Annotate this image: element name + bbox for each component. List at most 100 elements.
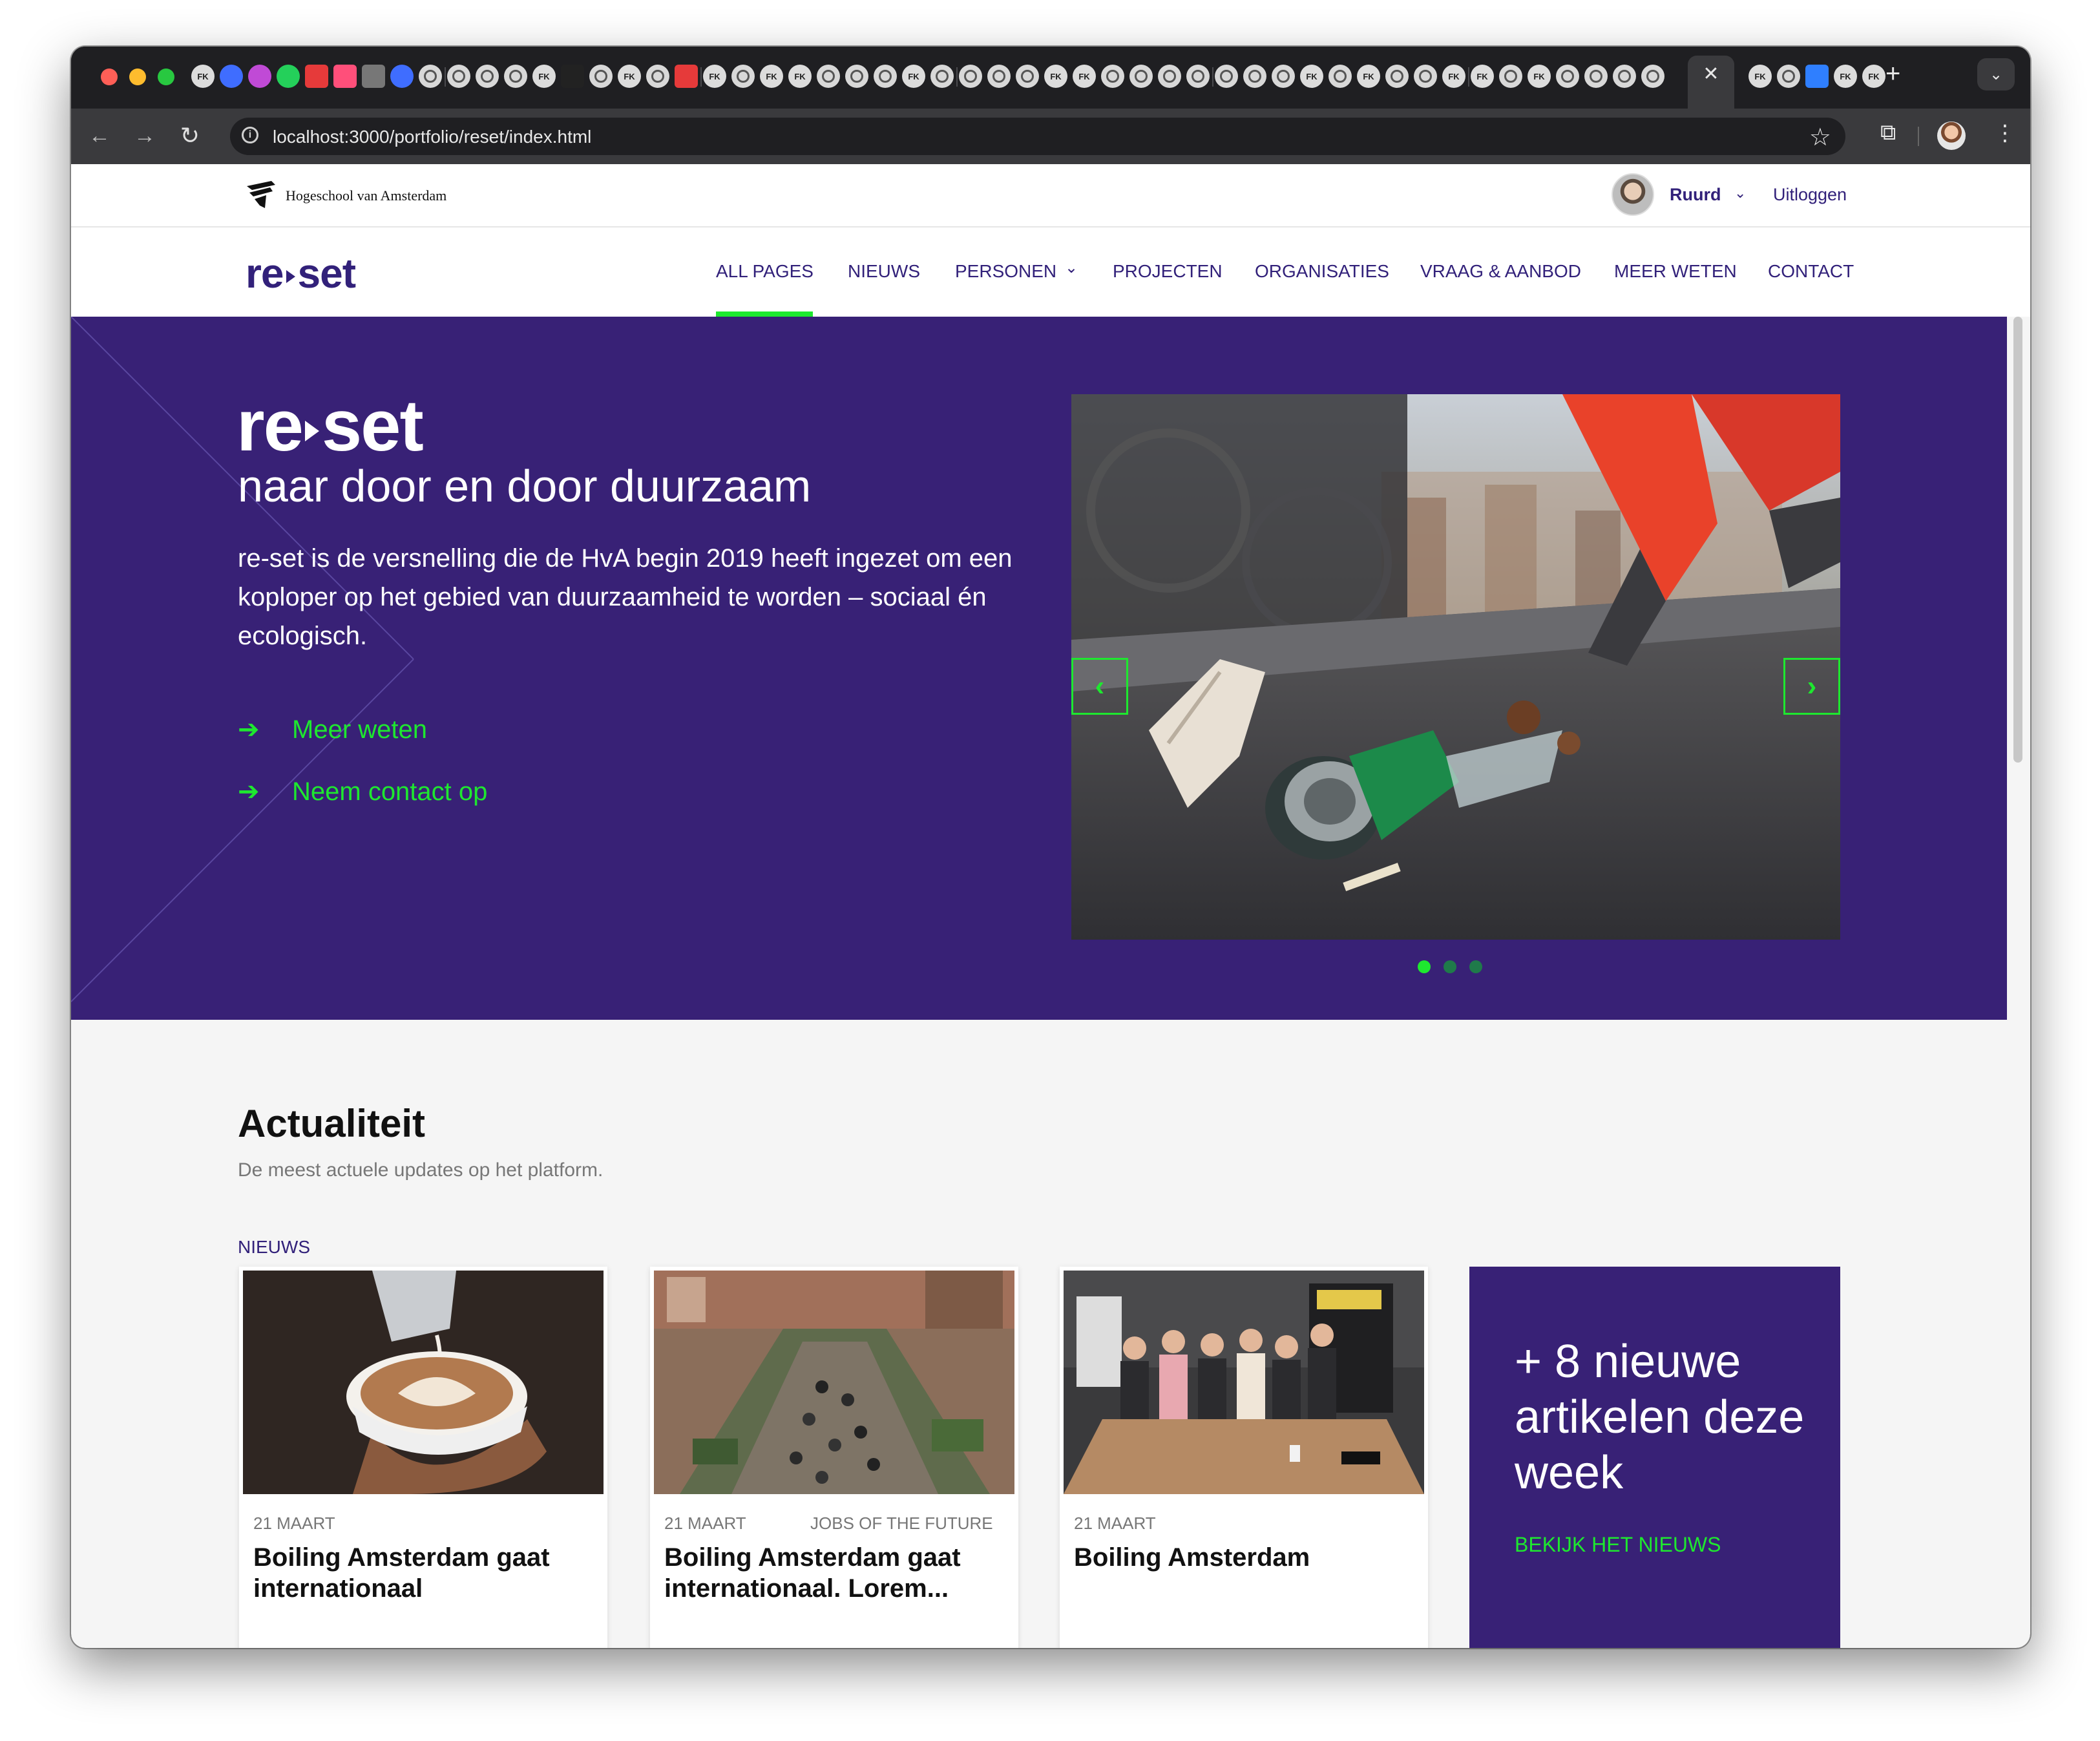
tab-favicon-globe-icon[interactable]	[731, 65, 755, 88]
tab-favicon-icon[interactable]	[561, 65, 584, 88]
tab-favicon-fk-icon[interactable]: FK	[1471, 65, 1494, 88]
tab-favicon-globe-icon[interactable]	[646, 65, 669, 88]
tab-favicon-globe-icon[interactable]	[1414, 65, 1437, 88]
bekijk-het-nieuws-link[interactable]: BEKIJK HET NIEUWS	[1515, 1533, 1721, 1557]
news-card-title[interactable]: Boiling Amsterdam gaat internationaal. L…	[664, 1542, 1004, 1604]
tab-favicon-globe-icon[interactable]	[447, 65, 470, 88]
tab-favicon-globe-icon[interactable]	[476, 65, 499, 88]
news-card[interactable]: 21 MAART JOBS OF THE FUTURE Boiling Amst…	[650, 1267, 1018, 1648]
reload-icon[interactable]: ↻	[176, 121, 204, 150]
tab-favicon-globe-icon[interactable]	[1101, 65, 1124, 88]
tab-favicon-icon[interactable]	[248, 65, 271, 88]
news-card[interactable]: 21 MAART Boiling Amsterdam gaat internat…	[239, 1267, 607, 1648]
tab-favicon-globe-icon[interactable]	[959, 65, 982, 88]
nieuws-tag[interactable]: NIEUWS	[238, 1237, 310, 1258]
tab-favicon-globe-icon[interactable]	[874, 65, 897, 88]
kebab-menu-icon[interactable]: ⋮	[1994, 120, 2016, 146]
user-avatar[interactable]	[1612, 173, 1654, 216]
tab-favicon-fk-icon[interactable]: FK	[618, 65, 641, 88]
nav-item-projecten[interactable]: PROJECTEN	[1113, 261, 1223, 282]
promo-card[interactable]: + 8 nieuwe artikelen deze week BEKIJK HE…	[1469, 1267, 1840, 1648]
tab-favicon-icon[interactable]	[675, 65, 698, 88]
tab-favicon-globe-icon[interactable]	[1215, 65, 1238, 88]
close-tab-icon[interactable]: ✕	[1699, 62, 1723, 85]
tab-favicon-fk-icon[interactable]: FK	[191, 65, 215, 88]
slider-dot-2[interactable]	[1444, 960, 1456, 973]
nav-item-contact[interactable]: CONTACT	[1768, 261, 1854, 282]
tab-favicon-icon[interactable]	[333, 65, 357, 88]
extensions-puzzle-icon[interactable]: ⧉	[1880, 120, 1896, 145]
page-scrollbar[interactable]	[2013, 317, 2022, 763]
neem-contact-op-link[interactable]: ➔ Neem contact op	[238, 777, 487, 807]
logout-link[interactable]: Uitloggen	[1773, 185, 1847, 205]
close-window-button[interactable]	[101, 69, 118, 85]
tab-favicon-fk-icon[interactable]: FK	[703, 65, 726, 88]
tab-favicon-globe-icon[interactable]	[1499, 65, 1522, 88]
tab-favicon-globe-icon[interactable]	[1584, 65, 1608, 88]
user-menu-name[interactable]: Ruurd	[1670, 185, 1721, 205]
tab-favicon-fk-icon[interactable]: FK	[760, 65, 783, 88]
tab-favicon-globe-icon[interactable]	[1328, 65, 1352, 88]
meer-weten-link[interactable]: ➔ Meer weten	[238, 715, 427, 744]
tab-favicon-fk-icon[interactable]: FK	[532, 65, 556, 88]
nav-item-all-pages[interactable]: ALL PAGES	[716, 261, 814, 282]
slider-dot-3[interactable]	[1469, 960, 1482, 973]
tab-favicon-icon[interactable]	[305, 65, 328, 88]
tab-favicon-globe-icon[interactable]	[845, 65, 868, 88]
institution-name[interactable]: Hogeschool van Amsterdam	[286, 187, 446, 204]
new-tab-button[interactable]: +	[1885, 61, 1900, 87]
tab-favicon-globe-icon[interactable]	[1777, 65, 1800, 88]
zoom-window-button[interactable]	[158, 69, 174, 85]
chevron-down-icon[interactable]: ⌄	[1734, 185, 1746, 202]
nav-item-personen[interactable]: PERSONEN	[955, 261, 1056, 282]
address-bar[interactable]: i localhost:3000/portfolio/reset/index.h…	[230, 118, 1845, 155]
nav-item-nieuws[interactable]: NIEUWS	[848, 261, 920, 282]
back-arrow-icon[interactable]: ←	[85, 121, 114, 150]
tab-favicon-globe-icon[interactable]	[1243, 65, 1266, 88]
tab-favicon-globe-icon[interactable]	[987, 65, 1011, 88]
bookmark-star-icon[interactable]: ☆	[1809, 123, 1831, 152]
nav-item-vraag-aanbod[interactable]: VRAAG & AANBOD	[1420, 261, 1581, 282]
slider-next-button[interactable]: ›	[1783, 658, 1840, 715]
tab-favicon-globe-icon[interactable]	[419, 65, 442, 88]
slider-dot-1[interactable]	[1418, 960, 1431, 973]
tab-favicon-icon[interactable]	[220, 65, 243, 88]
brand-logo[interactable]: re set	[246, 249, 356, 297]
tab-favicon-icon[interactable]	[1805, 65, 1829, 88]
site-info-icon[interactable]: i	[242, 127, 258, 143]
tab-favicon-globe-icon[interactable]	[1186, 65, 1210, 88]
minimize-window-button[interactable]	[129, 69, 146, 85]
tab-favicon-fk-icon[interactable]: FK	[1528, 65, 1551, 88]
tab-favicon-globe-icon[interactable]	[817, 65, 840, 88]
nav-item-organisaties[interactable]: ORGANISATIES	[1255, 261, 1389, 282]
tab-favicon-globe-icon[interactable]	[930, 65, 954, 88]
tab-favicon-globe-icon[interactable]	[1613, 65, 1636, 88]
tab-favicon-globe-icon[interactable]	[1385, 65, 1409, 88]
news-card-title[interactable]: Boiling Amsterdam	[1074, 1542, 1414, 1573]
tab-favicon-icon[interactable]	[277, 65, 300, 88]
tab-favicon-globe-icon[interactable]	[1556, 65, 1579, 88]
tab-favicon-fk-icon[interactable]: FK	[1442, 65, 1465, 88]
tab-favicon-fk-icon[interactable]: FK	[902, 65, 925, 88]
tab-favicon-globe-icon[interactable]	[1158, 65, 1181, 88]
tab-favicon-globe-icon[interactable]	[589, 65, 613, 88]
tab-favicon-fk-icon[interactable]: FK	[1748, 65, 1772, 88]
chevron-down-icon[interactable]: ⌄	[1065, 259, 1078, 277]
profile-avatar[interactable]	[1937, 121, 1966, 150]
news-card[interactable]: 21 MAART Boiling Amsterdam	[1060, 1267, 1428, 1648]
tab-favicon-globe-icon[interactable]	[1016, 65, 1039, 88]
news-card-category[interactable]: JOBS OF THE FUTURE	[810, 1514, 993, 1534]
tab-favicon-fk-icon[interactable]: FK	[1300, 65, 1323, 88]
tab-favicon-fk-icon[interactable]: FK	[1834, 65, 1857, 88]
tab-favicon-fk-icon[interactable]: FK	[1073, 65, 1096, 88]
tab-search-button[interactable]: ⌄	[1977, 58, 2015, 90]
tab-favicon-icon[interactable]	[390, 65, 414, 88]
tab-favicon-fk-icon[interactable]: FK	[1862, 65, 1885, 88]
tab-favicon-fk-icon[interactable]: FK	[1044, 65, 1067, 88]
forward-arrow-icon[interactable]: →	[131, 121, 159, 150]
nav-item-meer-weten[interactable]: MEER WETEN	[1614, 261, 1737, 282]
news-card-title[interactable]: Boiling Amsterdam gaat internationaal	[253, 1542, 593, 1604]
tab-favicon-globe-icon[interactable]	[1641, 65, 1664, 88]
tab-favicon-globe-icon[interactable]	[1129, 65, 1153, 88]
tab-favicon-globe-icon[interactable]	[504, 65, 527, 88]
